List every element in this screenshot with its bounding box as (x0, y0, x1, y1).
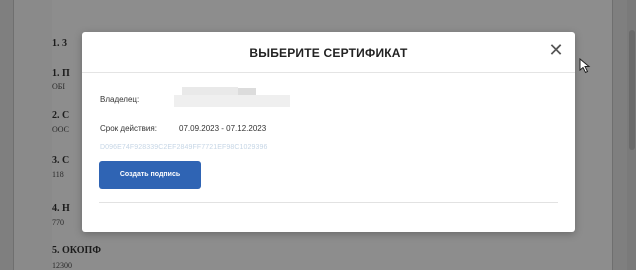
mouse-pointer-icon (579, 57, 591, 74)
doc-item-title: 2. С (52, 110, 70, 121)
footer-divider (99, 202, 558, 203)
doc-item-title: 1. П (52, 68, 70, 79)
doc-item-title: 5. ОКОПФ (52, 245, 101, 256)
doc-item-value: 118 (52, 170, 64, 179)
doc-item-value: ООС (52, 125, 69, 134)
close-icon[interactable]: ✕ (548, 41, 564, 59)
doc-item-value: 12300 (52, 261, 72, 270)
owner-label: Владелец: (100, 95, 140, 104)
dialog-title: ВЫБЕРИТЕ СЕРТИФИКАТ (249, 46, 408, 60)
doc-item-value: 770 (52, 218, 64, 227)
owner-name-redacted (174, 87, 290, 109)
page-scrollbar[interactable] (627, 0, 636, 270)
certificate-thumbprint: D096E74F928339C2EF2849FF7721EF98C1029396 (100, 144, 268, 151)
certificate-dialog: ВЫБЕРИТЕ СЕРТИФИКАТ ✕ Владелец: Срок дей… (82, 32, 575, 232)
validity-label: Срок действия: (100, 124, 157, 133)
scrollbar-thumb[interactable] (629, 30, 635, 150)
create-signature-button[interactable]: Создать подпись (99, 161, 201, 189)
doc-item-title: 1. 3 (52, 38, 67, 49)
validity-value: 07.09.2023 - 07.12.2023 (179, 124, 267, 133)
doc-item-title: 3. С (52, 155, 70, 166)
doc-item-value: ОБІ (52, 82, 66, 91)
header-divider (82, 72, 575, 73)
doc-item-title: 4. Н (52, 203, 70, 214)
